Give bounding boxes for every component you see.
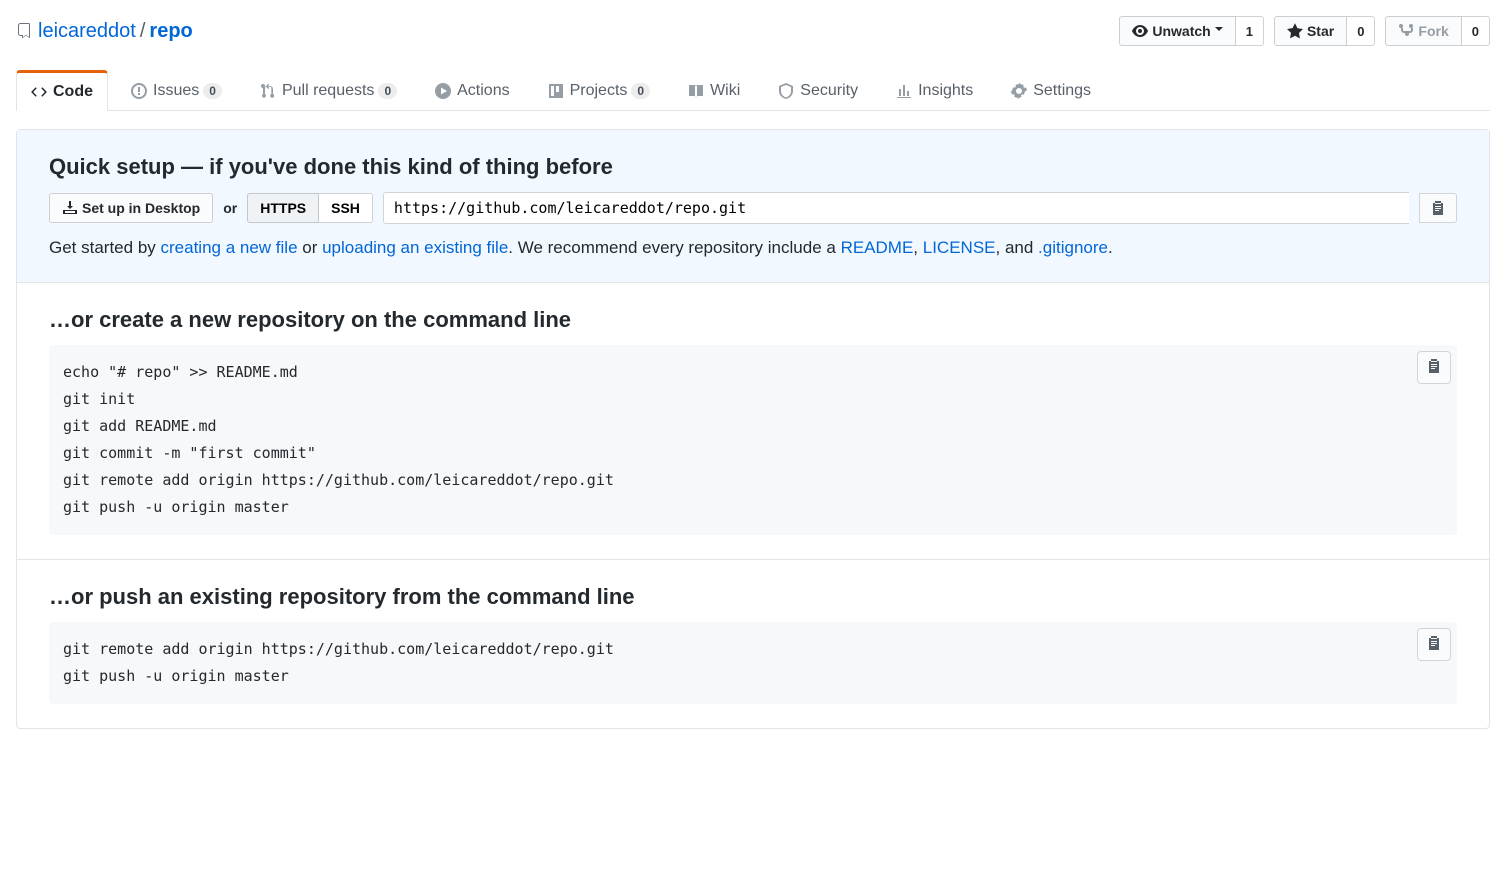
readme-link[interactable]: README	[841, 238, 914, 257]
create-repo-section: …or create a new repository on the comma…	[17, 282, 1489, 559]
gitignore-link[interactable]: .gitignore	[1038, 238, 1108, 257]
tab-pull-requests[interactable]: Pull requests0	[245, 70, 412, 110]
copy-create-code-button[interactable]	[1417, 351, 1451, 384]
clipboard-icon	[1426, 635, 1442, 651]
unwatch-button[interactable]: Unwatch	[1119, 16, 1235, 46]
setup-box: Quick setup — if you've done this kind o…	[16, 129, 1490, 729]
clipboard-icon	[1426, 358, 1442, 374]
tab-wiki[interactable]: Wiki	[673, 70, 755, 110]
star-button[interactable]: Star	[1274, 16, 1347, 46]
upload-file-link[interactable]: uploading an existing file	[322, 238, 508, 257]
star-icon	[1287, 23, 1303, 39]
tab-security[interactable]: Security	[763, 70, 873, 110]
repo-icon	[16, 23, 32, 39]
fork-count[interactable]: 0	[1462, 16, 1490, 46]
create-new-file-link[interactable]: creating a new file	[161, 238, 298, 257]
book-icon	[688, 83, 704, 99]
clone-url-input[interactable]	[383, 192, 1409, 224]
repo-header: leicareddot / repo Unwatch 1 Star 0	[16, 16, 1490, 46]
fork-icon	[1398, 23, 1414, 39]
owner-link[interactable]: leicareddot	[38, 20, 136, 43]
push-repo-heading: …or push an existing repository from the…	[49, 584, 1457, 610]
clipboard-icon	[1430, 200, 1446, 216]
shield-icon	[778, 83, 794, 99]
tab-actions[interactable]: Actions	[420, 70, 524, 110]
tab-settings[interactable]: Settings	[996, 70, 1106, 110]
project-icon	[548, 83, 564, 99]
play-icon	[435, 83, 451, 99]
quick-setup-hint: Get started by creating a new file or up…	[49, 238, 1457, 258]
tab-projects[interactable]: Projects0	[533, 70, 665, 110]
repo-link[interactable]: repo	[149, 20, 192, 43]
push-repo-section: …or push an existing repository from the…	[17, 559, 1489, 728]
push-repo-code: git remote add origin https://github.com…	[49, 622, 1457, 704]
desktop-download-icon	[62, 200, 78, 216]
quick-setup-section: Quick setup — if you've done this kind o…	[17, 130, 1489, 282]
license-link[interactable]: LICENSE	[923, 238, 996, 257]
create-repo-code: echo "# repo" >> README.md git init git …	[49, 345, 1457, 535]
issue-icon	[131, 83, 147, 99]
eye-icon	[1132, 23, 1148, 39]
repo-tabs: Code Issues0 Pull requests0 Actions Proj…	[16, 70, 1490, 111]
ssh-button[interactable]: SSH	[319, 193, 373, 223]
copy-push-code-button[interactable]	[1417, 628, 1451, 661]
copy-url-button[interactable]	[1419, 193, 1457, 223]
pull-request-icon	[260, 83, 276, 99]
quick-setup-heading: Quick setup — if you've done this kind o…	[49, 154, 1457, 180]
tab-insights[interactable]: Insights	[881, 70, 988, 110]
or-label: or	[223, 200, 237, 216]
tab-code[interactable]: Code	[16, 70, 108, 111]
tab-issues[interactable]: Issues0	[116, 70, 237, 110]
gear-icon	[1011, 83, 1027, 99]
create-repo-heading: …or create a new repository on the comma…	[49, 307, 1457, 333]
code-icon	[31, 84, 47, 100]
page-actions: Unwatch 1 Star 0 Fork 0	[1119, 16, 1490, 46]
repo-title: leicareddot / repo	[16, 20, 193, 43]
fork-button: Fork	[1385, 16, 1461, 46]
star-count[interactable]: 0	[1347, 16, 1375, 46]
setup-desktop-button[interactable]: Set up in Desktop	[49, 193, 213, 223]
protocol-toggle: HTTPS SSH	[247, 193, 373, 223]
watch-count[interactable]: 1	[1236, 16, 1264, 46]
path-separator: /	[140, 20, 146, 43]
https-button[interactable]: HTTPS	[247, 193, 319, 223]
graph-icon	[896, 83, 912, 99]
